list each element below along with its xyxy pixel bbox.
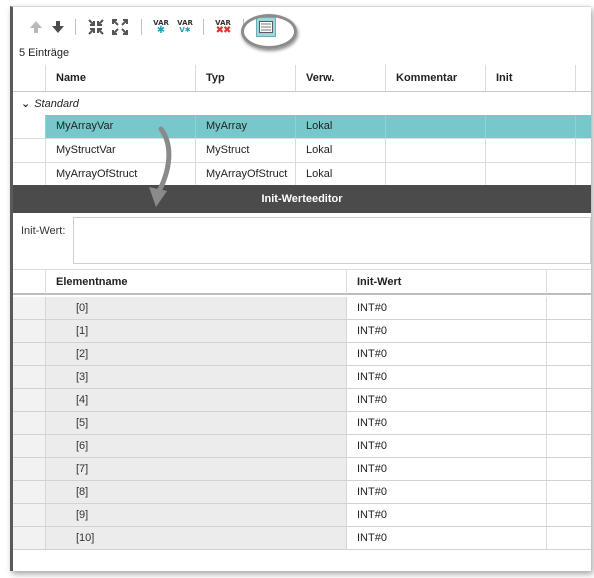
table-row[interactable]: [5] INT#0 xyxy=(13,412,591,435)
toolbar-separator xyxy=(75,19,76,35)
cell-type[interactable]: MyArrayOfStruct xyxy=(196,163,296,186)
cell-type[interactable]: MyArray xyxy=(196,115,296,138)
table-row[interactable]: [3] INT#0 xyxy=(13,366,591,389)
row-gutter xyxy=(13,320,46,342)
group-label: Standard xyxy=(34,98,79,110)
table-row[interactable]: [2] INT#0 xyxy=(13,343,591,366)
entry-count: 5 Einträge xyxy=(19,47,70,59)
cell-init-value[interactable]: INT#0 xyxy=(347,458,547,480)
row-gutter xyxy=(13,435,46,457)
cell-init-value[interactable]: INT#0 xyxy=(347,435,547,457)
toolbar-separator xyxy=(141,19,142,35)
cell-init-value[interactable]: INT#0 xyxy=(347,389,547,411)
cell-element-name: [6] xyxy=(46,435,347,457)
move-down-icon[interactable] xyxy=(49,18,67,36)
variables-table: Name Typ Verw. Kommentar Init ⌄ Standard … xyxy=(13,65,591,187)
cell-init-value[interactable]: INT#0 xyxy=(347,366,547,388)
cell-element-name: [0] xyxy=(46,297,347,319)
table-row[interactable]: [7] INT#0 xyxy=(13,458,591,481)
init-value-field[interactable] xyxy=(73,217,591,264)
cell-usage[interactable]: Lokal xyxy=(296,163,386,186)
row-gutter xyxy=(13,481,46,503)
callout-arrow-icon xyxy=(149,126,172,207)
collapse-all-icon[interactable] xyxy=(87,18,105,36)
table-row[interactable]: MyArrayVar MyArray Lokal xyxy=(13,115,591,139)
row-gutter xyxy=(13,115,46,138)
cell-element-name: [9] xyxy=(46,504,347,526)
cell-element-name: [7] xyxy=(46,458,347,480)
move-up-icon[interactable] xyxy=(27,18,45,36)
table-row[interactable]: [4] INT#0 xyxy=(13,389,591,412)
column-header-init[interactable]: Init xyxy=(486,65,576,91)
cell-init-value[interactable]: INT#0 xyxy=(347,527,547,549)
table-row[interactable]: [0] INT#0 xyxy=(13,297,591,320)
delete-variable-icon[interactable]: VAR ✖✖ xyxy=(213,18,233,36)
cell-element-name: [10] xyxy=(46,527,347,549)
highlight-ring xyxy=(241,14,297,49)
column-header-usage[interactable]: Verw. xyxy=(296,65,386,91)
cell-init[interactable] xyxy=(486,163,576,186)
table-row[interactable]: [9] INT#0 xyxy=(13,504,591,527)
toolbar-separator xyxy=(203,19,204,35)
column-header-init-value[interactable]: Init-Wert xyxy=(347,270,547,294)
row-gutter xyxy=(13,139,46,162)
asterisk-icon: ✱ xyxy=(156,24,166,36)
cell-init-value[interactable]: INT#0 xyxy=(347,481,547,503)
cell-element-name: [5] xyxy=(46,412,347,434)
cell-init-value[interactable]: INT#0 xyxy=(347,412,547,434)
cell-comment[interactable] xyxy=(386,139,486,162)
row-gutter xyxy=(13,504,46,526)
table-row[interactable]: [1] INT#0 xyxy=(13,320,591,343)
cell-init[interactable] xyxy=(486,115,576,138)
cell-init-value[interactable]: INT#0 xyxy=(347,504,547,526)
cell-usage[interactable]: Lokal xyxy=(296,115,386,138)
cell-element-name: [4] xyxy=(46,389,347,411)
row-gutter xyxy=(13,412,46,434)
column-header-elementname[interactable]: Elementname xyxy=(46,270,347,294)
cell-element-name: [3] xyxy=(46,366,347,388)
insert-marker-icon: V✱ xyxy=(179,26,191,34)
cell-init-value[interactable]: INT#0 xyxy=(347,297,547,319)
row-gutter-header xyxy=(13,270,46,294)
table-row[interactable]: [8] INT#0 xyxy=(13,481,591,504)
toolbar: VAR ✱ VAR V✱ VAR ✖✖ xyxy=(13,7,591,49)
init-editor-header: Init-Werteeditor xyxy=(13,185,591,213)
cell-init-value[interactable]: INT#0 xyxy=(347,320,547,342)
cell-element-name: [8] xyxy=(46,481,347,503)
cell-type[interactable]: MyStruct xyxy=(196,139,296,162)
row-gutter xyxy=(13,343,46,365)
cell-comment[interactable] xyxy=(386,115,486,138)
element-table-header: Elementname Init-Wert xyxy=(13,269,591,295)
delete-x-icon: ✖✖ xyxy=(215,24,232,36)
init-value-label: Init-Wert: xyxy=(21,225,66,237)
add-variable-icon[interactable]: VAR ✱ xyxy=(151,18,171,36)
cell-init[interactable] xyxy=(486,139,576,162)
column-header-type[interactable]: Typ xyxy=(196,65,296,91)
row-gutter-header xyxy=(13,65,46,91)
column-header-comment[interactable]: Kommentar xyxy=(386,65,486,91)
row-gutter xyxy=(13,458,46,480)
table-header: Name Typ Verw. Kommentar Init xyxy=(13,65,591,92)
table-row[interactable]: [10] INT#0 xyxy=(13,527,591,550)
cell-init-value[interactable]: INT#0 xyxy=(347,343,547,365)
cell-element-name: [1] xyxy=(46,320,347,342)
cell-comment[interactable] xyxy=(386,163,486,186)
expand-all-icon[interactable] xyxy=(111,18,129,36)
insert-variable-icon[interactable]: VAR V✱ xyxy=(175,18,195,36)
row-gutter xyxy=(13,297,46,319)
row-gutter xyxy=(13,366,46,388)
row-gutter xyxy=(13,389,46,411)
row-gutter xyxy=(13,163,46,186)
table-row[interactable]: [6] INT#0 xyxy=(13,435,591,458)
cell-element-name: [2] xyxy=(46,343,347,365)
table-row[interactable]: MyStructVar MyStruct Lokal xyxy=(13,139,591,163)
chevron-down-icon[interactable]: ⌄ xyxy=(21,98,30,110)
variables-editor-window: VAR ✱ VAR V✱ VAR ✖✖ 5 Einträge Name Typ … xyxy=(10,6,591,571)
group-row[interactable]: ⌄ Standard xyxy=(13,95,591,114)
cell-usage[interactable]: Lokal xyxy=(296,139,386,162)
column-header-name[interactable]: Name xyxy=(46,65,196,91)
row-gutter xyxy=(13,527,46,549)
table-row[interactable]: MyArrayOfStruct MyArrayOfStruct Lokal xyxy=(13,163,591,187)
